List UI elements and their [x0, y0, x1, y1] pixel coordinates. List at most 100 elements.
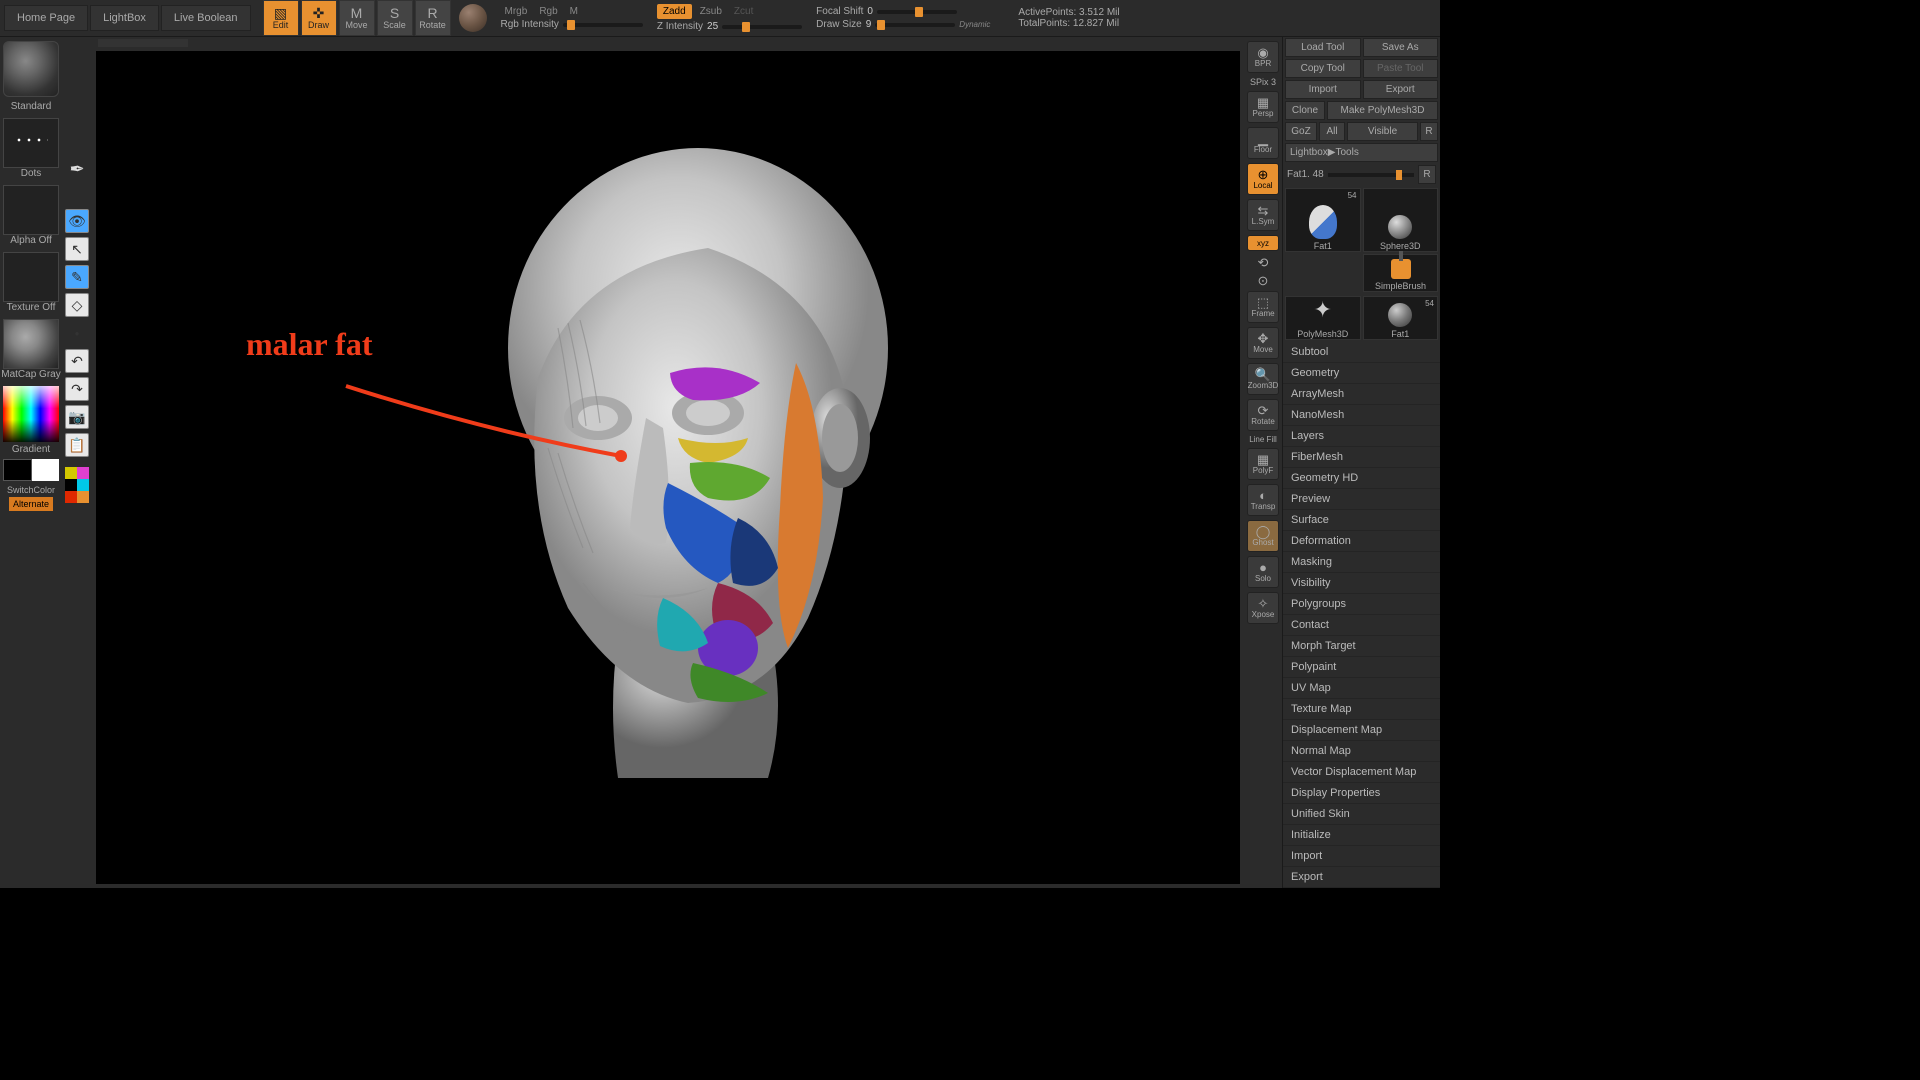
tool-r-button[interactable]: R [1418, 165, 1436, 184]
camera-tool[interactable]: 📷 [65, 405, 89, 429]
subpalette-arraymesh[interactable]: ArrayMesh [1283, 384, 1440, 405]
lsym-button[interactable]: ⇆L.Sym [1247, 199, 1279, 231]
texture-selector[interactable] [3, 252, 59, 302]
move-button[interactable]: ✥Move [1247, 327, 1279, 359]
pointer-tool[interactable]: ↖ [65, 237, 89, 261]
subpalette-subtool[interactable]: Subtool [1283, 342, 1440, 363]
tool-fat1-b[interactable]: 54 Fat1 [1363, 296, 1439, 340]
rgb-toggle[interactable]: Rgb [535, 6, 561, 17]
m-toggle[interactable]: M [566, 6, 582, 17]
export-button[interactable]: Export [1363, 80, 1439, 99]
make-polymesh-button[interactable]: Make PolyMesh3D [1327, 101, 1438, 120]
solo-button[interactable]: ●Solo [1247, 556, 1279, 588]
xpose-button[interactable]: ✧Xpose [1247, 592, 1279, 624]
edit-mode-button[interactable]: ▧Edit [263, 0, 299, 36]
draw-mode-button[interactable]: ✜Draw [301, 0, 337, 36]
subpalette-masking[interactable]: Masking [1283, 552, 1440, 573]
subpalette-display-properties[interactable]: Display Properties [1283, 783, 1440, 804]
alternate-button[interactable]: Alternate [9, 497, 53, 511]
subpalette-geometry[interactable]: Geometry [1283, 363, 1440, 384]
subpalette-normal-map[interactable]: Normal Map [1283, 741, 1440, 762]
zoom-button[interactable]: 🔍Zoom3D [1247, 363, 1279, 395]
subpalette-nanomesh[interactable]: NanoMesh [1283, 405, 1440, 426]
viewport[interactable]: malar fat [96, 51, 1240, 884]
liveboolean-button[interactable]: Live Boolean [161, 5, 251, 31]
scale-mode-button[interactable]: SScale [377, 0, 413, 36]
clipboard-tool[interactable]: 📋 [65, 433, 89, 457]
subpalette-polygroups[interactable]: Polygroups [1283, 594, 1440, 615]
persp-button[interactable]: ▦Persp [1247, 91, 1279, 123]
swatch-black[interactable] [3, 459, 32, 481]
alpha-selector[interactable] [3, 185, 59, 235]
move-mode-button[interactable]: MMove [339, 0, 375, 36]
subpalette-texture-map[interactable]: Texture Map [1283, 699, 1440, 720]
switch-color-button[interactable]: SwitchColor [7, 485, 55, 495]
tool-fat1[interactable]: 54 Fat1 [1285, 188, 1361, 252]
zadd-toggle[interactable]: Zadd [657, 4, 692, 19]
undo-tool[interactable]: ↶ [65, 349, 89, 373]
zcut-toggle[interactable]: Zcut [730, 6, 757, 17]
bpr-button[interactable]: ◉BPR [1247, 41, 1279, 73]
import-button[interactable]: Import [1285, 80, 1361, 99]
subpalette-displacement-map[interactable]: Displacement Map [1283, 720, 1440, 741]
pencil-tool[interactable]: ✎ [65, 265, 89, 289]
swatch-white[interactable] [32, 459, 59, 481]
color-swatches[interactable] [3, 459, 59, 481]
tool-polymesh3d[interactable]: ✦ PolyMesh3D [1285, 296, 1361, 340]
z-intensity-slider[interactable] [722, 25, 802, 29]
subpalette-export[interactable]: Export [1283, 867, 1440, 888]
transp-button[interactable]: ◐Transp [1247, 484, 1279, 516]
subpalette-contact[interactable]: Contact [1283, 615, 1440, 636]
subpalette-polypaint[interactable]: Polypaint [1283, 657, 1440, 678]
subpalette-uv-map[interactable]: UV Map [1283, 678, 1440, 699]
save-as-button[interactable]: Save As [1363, 38, 1439, 57]
lightbox-tools-button[interactable]: Lightbox▶Tools [1285, 143, 1438, 162]
polyf-button[interactable]: ▦PolyF [1247, 448, 1279, 480]
recenter-button[interactable]: ⟲ [1247, 255, 1279, 269]
subpalette-surface[interactable]: Surface [1283, 510, 1440, 531]
rotate-button[interactable]: ⟳Rotate [1247, 399, 1279, 431]
subpalette-initialize[interactable]: Initialize [1283, 825, 1440, 846]
goz-r-button[interactable]: R [1420, 122, 1438, 141]
lightbox-button[interactable]: LightBox [90, 5, 159, 31]
goz-button[interactable]: GoZ [1285, 122, 1317, 141]
subpalette-geometry-hd[interactable]: Geometry HD [1283, 468, 1440, 489]
ghost-button[interactable]: ◯Ghost [1247, 520, 1279, 552]
subpalette-visibility[interactable]: Visibility [1283, 573, 1440, 594]
copy-tool-button[interactable]: Copy Tool [1285, 59, 1361, 78]
subpalette-unified-skin[interactable]: Unified Skin [1283, 804, 1440, 825]
rgb-intensity-slider[interactable] [563, 23, 643, 27]
subpalette-layers[interactable]: Layers [1283, 426, 1440, 447]
canvas-scroll-indicator[interactable] [98, 39, 188, 47]
eye-tool[interactable]: 👁 [65, 209, 89, 233]
stroke-selector[interactable] [3, 118, 59, 168]
frame-button[interactable]: ⬚Frame [1247, 291, 1279, 323]
load-tool-button[interactable]: Load Tool [1285, 38, 1361, 57]
clone-button[interactable]: Clone [1285, 101, 1325, 120]
redo-tool[interactable]: ↷ [65, 377, 89, 401]
floor-button[interactable]: ▁Floor [1247, 127, 1279, 159]
eraser-tool[interactable]: ◇ [65, 293, 89, 317]
focal-shift-slider[interactable] [877, 10, 957, 14]
goz-visible-button[interactable]: Visible [1347, 122, 1418, 141]
goz-all-button[interactable]: All [1319, 122, 1345, 141]
subpalette-deformation[interactable]: Deformation [1283, 531, 1440, 552]
rotate-mode-button[interactable]: RRotate [415, 0, 451, 36]
material-selector[interactable] [3, 319, 59, 369]
tool-simplebrush[interactable]: SimpleBrush [1363, 254, 1438, 292]
local-button[interactable]: ⊕Local [1247, 163, 1279, 195]
pen-tool-icon[interactable]: ✒ [65, 157, 89, 181]
subpalette-import[interactable]: Import [1283, 846, 1440, 867]
tool-sphere3d[interactable]: Sphere3D [1363, 188, 1439, 252]
color-picker[interactable] [3, 386, 59, 442]
brush-selector[interactable] [3, 41, 59, 97]
dot-tool[interactable]: ● [65, 321, 89, 345]
paste-tool-button[interactable]: Paste Tool [1363, 59, 1439, 78]
color-palette[interactable] [65, 467, 89, 503]
subpalette-vector-displacement-map[interactable]: Vector Displacement Map [1283, 762, 1440, 783]
xyz-button[interactable]: xyz [1247, 235, 1279, 251]
mrgb-toggle[interactable]: Mrgb [501, 6, 532, 17]
quick-material[interactable] [459, 4, 487, 32]
subpalette-preview[interactable]: Preview [1283, 489, 1440, 510]
fit-button[interactable]: ⊙ [1247, 273, 1279, 287]
